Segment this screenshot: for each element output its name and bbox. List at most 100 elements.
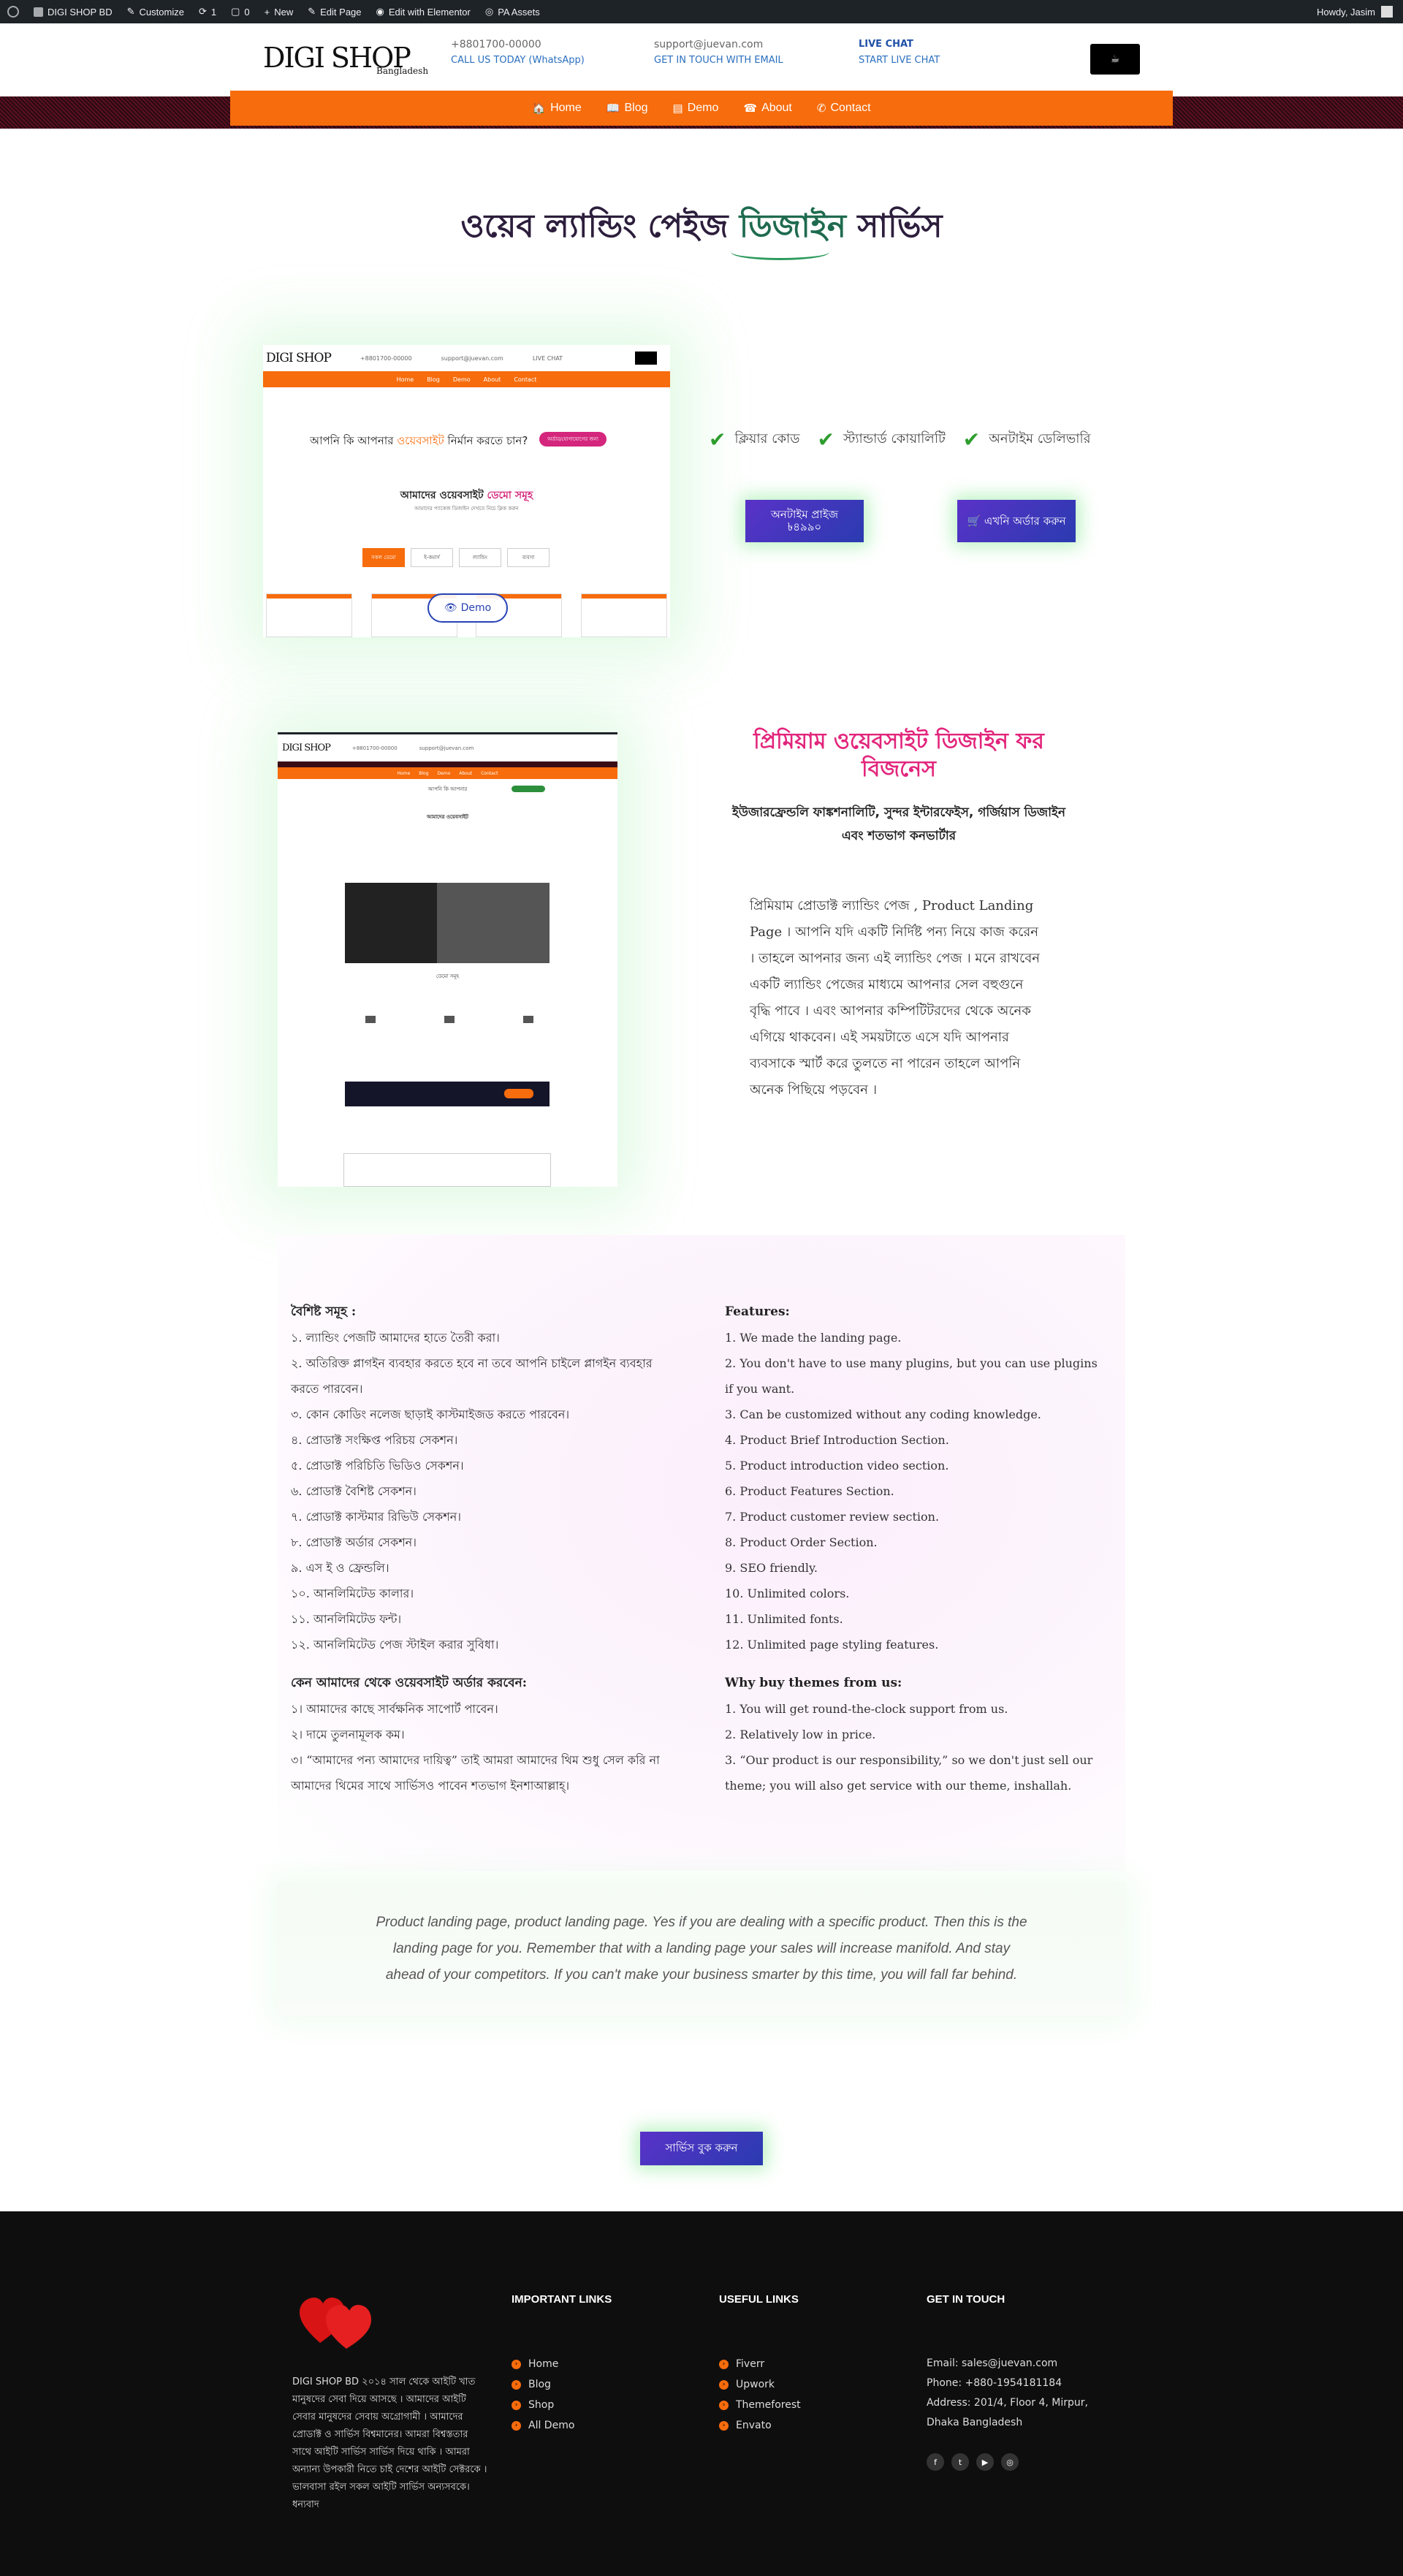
- chevron-right-icon: ›: [512, 2420, 521, 2431]
- feature-item: ✔ স্ট্যান্ডার্ড কোয়ালিটি: [817, 427, 946, 452]
- footer-link-themeforest[interactable]: › Themeforest: [719, 2395, 801, 2415]
- preview-subtitle: আমাদের প্যাকেজ ডিজাইন দেখতে নিচে ক্লিক ক…: [414, 506, 519, 512]
- section-subtitle: ইউজারফ্রেন্ডলি ফাঙ্কশনালিটি, সুন্দর ইন্ট…: [731, 805, 1066, 843]
- footer-contact: GET IN TOUCH Email: sales@juevan.com Pho…: [927, 2293, 1095, 2471]
- site-footer: DIGI SHOP BD ২০১৪ সাল থেকে আইটি খাত মানু…: [0, 2211, 1403, 2576]
- feature-item: ✔ ক্লিয়ার কোড: [709, 427, 800, 452]
- youtube-icon[interactable]: ▶: [976, 2453, 994, 2471]
- cart-button[interactable]: ☕: [1090, 44, 1140, 75]
- preview-nav: Home Blog Demo About Contact: [263, 371, 670, 387]
- hearts-logo-icon: [300, 2298, 371, 2349]
- footer-useful-links: USEFUL LINKS › Fiverr › Upwork › Themefores…: [719, 2293, 801, 2436]
- main-navigation: 🏠 Home 📖 Blog ▤ Demo ☎ About ✆ Contact: [230, 91, 1173, 126]
- avatar: [1381, 6, 1393, 18]
- eye-icon: 👁: [444, 602, 457, 614]
- book-service-button[interactable]: সার্ভিস বুক করুন: [640, 2132, 763, 2165]
- footer-link-blog[interactable]: › Blog: [512, 2374, 612, 2395]
- updates-icon: ⟳: [198, 6, 207, 17]
- chevron-right-icon: ›: [719, 2420, 729, 2431]
- header-phone[interactable]: +8801700-00000 CALL US TODAY (WhatsApp): [451, 37, 585, 69]
- cart-icon: ☕: [1110, 53, 1120, 65]
- home-icon: 🏠: [532, 102, 547, 115]
- admin-elementor-link[interactable]: ◉ Edit with Elementor: [369, 0, 478, 23]
- admin-pa-assets-link[interactable]: ◎ PA Assets: [478, 0, 547, 23]
- footer-email[interactable]: Email: sales@juevan.com: [927, 2354, 1095, 2374]
- instagram-icon[interactable]: ◎: [1001, 2453, 1019, 2471]
- preview-order-pill: অর্ডার/যোগাযোগের জন্য: [539, 432, 607, 447]
- nav-blog[interactable]: 📖 Blog: [607, 102, 648, 115]
- admin-site-link[interactable]: DIGI SHOP BD: [26, 0, 120, 23]
- demo-button[interactable]: 👁 Demo: [427, 593, 508, 623]
- footer-link-home[interactable]: › Home: [512, 2354, 612, 2374]
- admin-new-link[interactable]: + New: [257, 0, 301, 23]
- preview-nav: Home Blog Demo About Contact: [278, 767, 617, 779]
- cart-icon: 🛒: [967, 514, 984, 528]
- brush-icon: ✎: [126, 6, 135, 17]
- site-header: DIGI SHOP Bangladesh +8801700-00000 CALL…: [230, 23, 1173, 91]
- footer-link-all-demo[interactable]: › All Demo: [512, 2415, 612, 2436]
- section-title: প্রিমিয়াম ওয়েবসাইট ডিজাইন ফর বিজনেস: [753, 729, 1044, 782]
- footer-phone[interactable]: Phone: +880-1954181184: [927, 2374, 1095, 2393]
- admin-edit-page-link[interactable]: ✎ Edit Page: [300, 0, 368, 23]
- chevron-right-icon: ›: [512, 2359, 521, 2369]
- page-title: ওয়েব ল্যান্ডিং পেইজ ডিজাইন সার্ভিস: [460, 208, 943, 245]
- preview-order-bar: [345, 1082, 550, 1106]
- demo-preview-image: DIGI SHOP +8801700-00000 support@juevan.…: [263, 345, 670, 637]
- nav-about[interactable]: ☎ About: [743, 102, 792, 115]
- preview-cart-button: [635, 352, 657, 365]
- info-icon: ☎: [743, 102, 758, 115]
- check-icon: ✔: [962, 427, 981, 452]
- comments-icon: ▢: [231, 6, 240, 17]
- feature-highlights: ✔ ক্লিয়ার কোড ✔ স্ট্যান্ডার্ড কোয়ালিটি ✔…: [709, 428, 1091, 451]
- feature-item: ✔ অনটাইম ডেলিভারি: [962, 427, 1091, 452]
- chevron-right-icon: ›: [512, 2379, 521, 2390]
- site-logo-subtitle: Bangladesh: [376, 66, 429, 76]
- preview-question: আপনি কি আপনার ওয়েবসাইট নির্মান করতে চান…: [310, 434, 528, 447]
- admin-customize-link[interactable]: ✎ Customize: [120, 0, 191, 23]
- quote-block: Product landing page, product landing pa…: [278, 1882, 1125, 2015]
- footer-link-fiverr[interactable]: › Fiverr: [719, 2354, 801, 2374]
- preview-header: DIGI SHOP +8801700-00000 support@juevan.…: [278, 732, 617, 761]
- footer-important-links: IMPORTANT LINKS › Home › Blog › Shop › All D…: [512, 2293, 612, 2436]
- home-icon: [34, 7, 43, 17]
- preview-tabs: সকল ডেমো ই-কমার্স ল্যান্ডিং ব্যবসা: [362, 548, 550, 567]
- footer-link-upwork[interactable]: › Upwork: [719, 2374, 801, 2395]
- chevron-right-icon: ›: [719, 2400, 729, 2410]
- list-icon: ▤: [672, 102, 683, 115]
- features-list-bangla: বৈশিষ্ট সমূহ : ১. ল্যান্ডিং পেজটি আমাদের…: [291, 1304, 660, 1793]
- preview-pricing-box: [343, 1153, 551, 1187]
- admin-updates-link[interactable]: ⟳ 1: [191, 0, 224, 23]
- preview-hero-image: [345, 883, 550, 963]
- footer-link-envato[interactable]: › Envato: [719, 2415, 801, 2436]
- social-links: f t ▶ ◎: [927, 2453, 1095, 2471]
- check-icon: ✔: [817, 427, 834, 452]
- preview-header: DIGI SHOP +8801700-00000 support@juevan.…: [263, 345, 670, 371]
- chevron-right-icon: ›: [512, 2400, 521, 2410]
- facebook-icon[interactable]: f: [927, 2453, 944, 2471]
- section-body-text: প্রিমিয়াম প্রোডাক্ট ল্যান্ডিং পেজ , Pro…: [750, 898, 1041, 1098]
- header-live-chat[interactable]: LIVE CHAT START LIVE CHAT: [859, 37, 940, 69]
- price-button[interactable]: অনটাইম প্রাইজ ৳৪৯৯০: [745, 500, 864, 542]
- order-now-button[interactable]: 🛒 এখনি অর্ডার করুন: [957, 500, 1076, 542]
- book-icon: 📖: [606, 102, 620, 115]
- preview-heading: আমাদের ওয়েবসাইট ডেমো সমূহ: [400, 490, 533, 501]
- twitter-icon[interactable]: t: [951, 2453, 969, 2471]
- nav-contact[interactable]: ✆ Contact: [817, 102, 871, 115]
- elementor-icon: ◉: [376, 6, 384, 17]
- admin-comments-link[interactable]: ▢ 0: [224, 0, 257, 23]
- admin-account-menu[interactable]: Howdy, Jasim: [1317, 6, 1403, 18]
- admin-bar: DIGI SHOP BD ✎ Customize ⟳ 1 ▢ 0 + New ✎ Edit…: [0, 0, 1403, 23]
- nav-demo[interactable]: ▤ Demo: [673, 102, 719, 115]
- features-section: বৈশিষ্ট সমূহ : ১. ল্যান্ডিং পেজটি আমাদের…: [278, 1235, 1125, 1871]
- title-underline-decoration: [731, 244, 829, 260]
- pencil-icon: ✎: [308, 6, 316, 17]
- footer-link-shop[interactable]: › Shop: [512, 2395, 612, 2415]
- wordpress-logo-icon[interactable]: [0, 0, 26, 23]
- quote-text: Product landing page, product landing pa…: [376, 1915, 1027, 1983]
- phone-icon: ✆: [816, 102, 826, 115]
- chevron-right-icon: ›: [719, 2379, 729, 2390]
- nav-home[interactable]: 🏠 Home: [532, 102, 581, 115]
- header-email[interactable]: support@juevan.com GET IN TOUCH WITH EMA…: [654, 37, 783, 69]
- chevron-right-icon: ›: [719, 2359, 729, 2369]
- footer-about-text: DIGI SHOP BD ২০১৪ সাল থেকে আইটি খাত মানু…: [292, 2376, 487, 2510]
